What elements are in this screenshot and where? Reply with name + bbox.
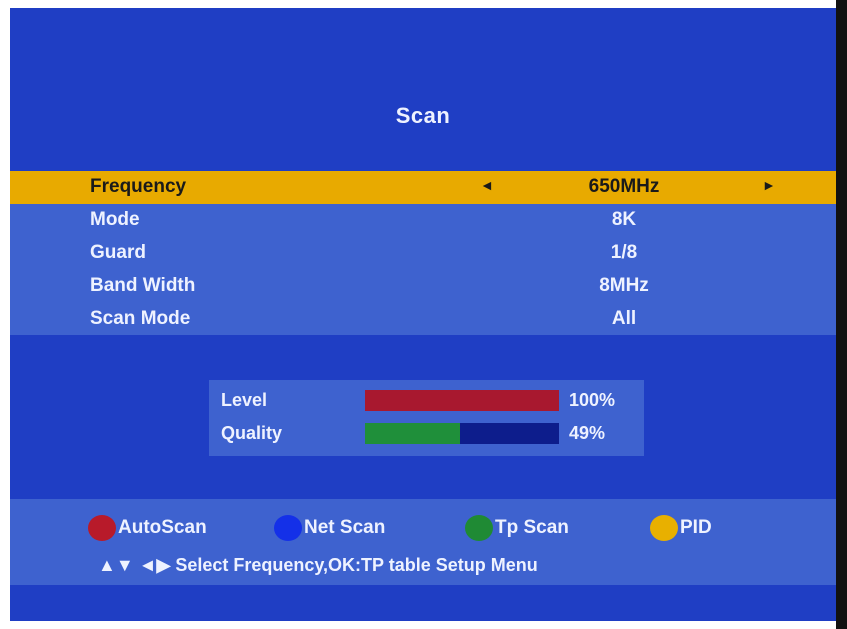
blue-button-icon (274, 515, 302, 541)
guard-value: 1/8 (610, 242, 638, 263)
help-instruction: Select Frequency,OK:TP table Setup Menu (175, 555, 538, 575)
net-scan-label: Net Scan (304, 517, 386, 538)
help-bar: AutoScan Net Scan Tp Scan PID ▲▼ ◄▶ Sele… (10, 499, 836, 585)
quality-percent: 49% (569, 423, 606, 443)
arrow-right-icon[interactable]: ► (762, 177, 776, 193)
level-bar-fill (365, 390, 559, 411)
screen-border (836, 0, 847, 629)
red-button-icon (88, 515, 116, 541)
tp-scan-key[interactable]: Tp Scan (465, 515, 569, 541)
autoscan-label: AutoScan (118, 517, 207, 538)
signal-panel: Level 100% Quality 49% (209, 380, 644, 456)
mode-label: Mode (90, 209, 140, 230)
level-bar (365, 390, 559, 411)
scan-mode-label: Scan Mode (90, 308, 191, 329)
frequency-label: Frequency (90, 176, 187, 197)
guard-label: Guard (90, 242, 146, 263)
page-title: Scan (395, 103, 451, 128)
quality-label: Quality (221, 423, 283, 443)
pid-label: PID (680, 517, 712, 538)
level-percent: 100% (569, 390, 616, 410)
quality-bar (365, 423, 559, 444)
navigation-arrows-icon: ▲▼ ◄▶ (98, 555, 171, 575)
tv-screen: Scan Frequency ◄ 650MHz ► Mode 8K Guard … (10, 8, 836, 621)
band-width-value: 8MHz (599, 275, 649, 296)
green-button-icon (465, 515, 493, 541)
menu-row-scan-mode[interactable]: Scan Mode All (10, 303, 836, 336)
autoscan-key[interactable]: AutoScan (88, 515, 207, 541)
scan-settings-menu: Frequency ◄ 650MHz ► Mode 8K Guard 1/8 B… (10, 171, 836, 335)
menu-row-guard[interactable]: Guard 1/8 (10, 237, 836, 270)
net-scan-key[interactable]: Net Scan (274, 515, 385, 541)
menu-row-band-width[interactable]: Band Width 8MHz (10, 270, 836, 303)
mode-value: 8K (611, 209, 637, 230)
band-width-label: Band Width (90, 275, 196, 296)
quality-bar-fill (365, 423, 461, 444)
yellow-button-icon (650, 515, 678, 541)
frequency-value: 650MHz (588, 176, 660, 197)
help-text: ▲▼ ◄▶ Select Frequency,OK:TP table Setup… (98, 555, 538, 576)
menu-row-mode[interactable]: Mode 8K (10, 204, 836, 237)
menu-row-frequency[interactable]: Frequency ◄ 650MHz ► (10, 171, 836, 204)
arrow-left-icon[interactable]: ◄ (480, 177, 494, 193)
tp-scan-label: Tp Scan (495, 517, 569, 538)
pid-key[interactable]: PID (650, 515, 712, 541)
scan-mode-value: All (611, 308, 637, 329)
level-label: Level (221, 390, 268, 410)
